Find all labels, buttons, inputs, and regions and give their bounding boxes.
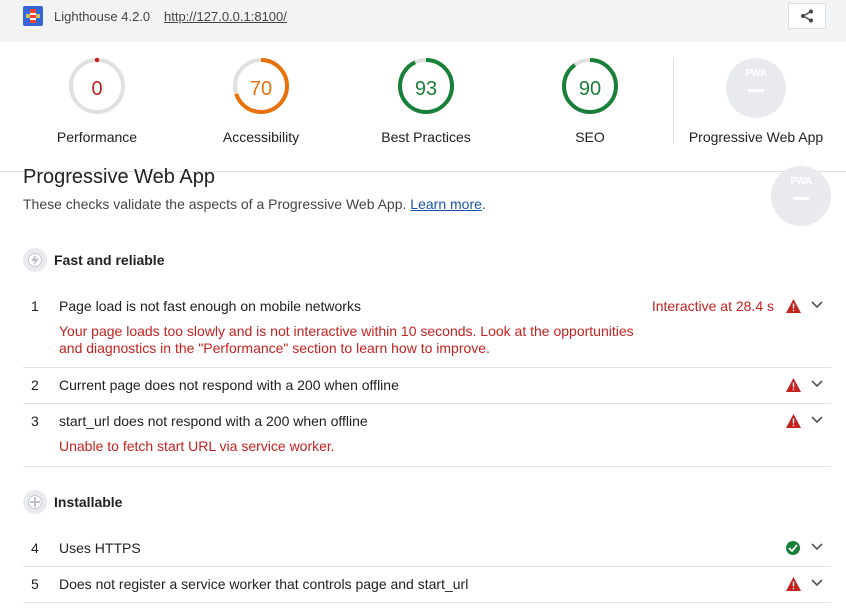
gauge-score: 93 <box>414 78 438 100</box>
audit-row[interactable]: 1 Page load is not fast enough on mobile… <box>23 298 831 368</box>
chevron-down-icon[interactable] <box>811 579 823 587</box>
audit-index: 4 <box>31 540 39 556</box>
app-title: Lighthouse 4.2.0 <box>54 9 151 24</box>
audit-row[interactable]: 2 Current page does not respond with a 2… <box>23 377 831 404</box>
audit-display-value: Interactive at 28.4 s <box>651 298 774 314</box>
gauge-label: Progressive Web App <box>688 129 824 145</box>
lighthouse-logo-icon <box>23 6 43 26</box>
group-title: Installable <box>54 494 123 510</box>
audit-row[interactable]: 3 start_url does not respond with a 200 … <box>23 413 831 467</box>
chevron-down-icon[interactable] <box>811 380 823 388</box>
gauge-label: Accessibility <box>222 129 300 145</box>
section-title: Progressive Web App <box>23 166 215 188</box>
audit-index: 2 <box>31 377 39 393</box>
gauge-label: Performance <box>56 129 138 145</box>
chevron-down-icon[interactable] <box>811 301 823 309</box>
audit-index: 5 <box>31 576 39 592</box>
audit-title: Does not register a service worker that … <box>59 576 469 592</box>
gauge-label: Best Practices <box>381 129 471 145</box>
gauge-score: 0 <box>91 78 103 100</box>
pwa-badge-icon: PWA <box>771 166 831 226</box>
chevron-down-icon[interactable] <box>811 543 823 551</box>
gauge-performance[interactable]: 0 Performance <box>22 57 172 167</box>
audit-index: 3 <box>31 413 39 429</box>
warning-triangle-icon <box>786 299 801 313</box>
audit-title: Page load is not fast enough on mobile n… <box>59 298 361 314</box>
gauge-accessibility[interactable]: 70 Accessibility <box>186 57 336 167</box>
section-description: These checks validate the aspects of a P… <box>23 196 486 212</box>
audit-description: Unable to fetch start URL via service wo… <box>59 438 335 454</box>
audit-row[interactable]: 5 Does not register a service worker tha… <box>23 576 831 603</box>
top-bar: Lighthouse 4.2.0 http://127.0.0.1:8100/ <box>0 0 846 42</box>
gauge-divider <box>673 58 674 144</box>
warning-triangle-icon <box>786 378 801 392</box>
audit-title: Current page does not respond with a 200… <box>59 377 399 393</box>
group-title: Fast and reliable <box>54 252 165 268</box>
audit-title: Uses HTTPS <box>59 540 141 556</box>
lightning-icon <box>23 248 47 272</box>
warning-triangle-icon <box>786 414 801 428</box>
audit-row[interactable]: 4 Uses HTTPS <box>23 540 831 567</box>
audit-title: start_url does not respond with a 200 wh… <box>59 413 368 429</box>
score-gauges: 0 Performance 70 Accessibility 93 Best P… <box>0 42 846 172</box>
audit-description: Your page loads too slowly and is not in… <box>59 323 634 356</box>
learn-more-link[interactable]: Learn more <box>410 196 482 212</box>
gauge-best-practices[interactable]: 93 Best Practices <box>351 57 501 167</box>
chevron-down-icon[interactable] <box>811 416 823 424</box>
warning-triangle-icon <box>786 577 801 591</box>
gauge-score: 70 <box>249 78 273 100</box>
gauge-pwa[interactable]: PWA Progressive Web App <box>681 57 831 167</box>
report-url-link[interactable]: http://127.0.0.1:8100/ <box>164 9 287 24</box>
share-icon <box>801 9 813 23</box>
pwa-badge-icon: PWA <box>726 58 786 118</box>
gauge-label: SEO <box>575 129 605 145</box>
audit-index: 1 <box>31 298 39 314</box>
gauge-seo[interactable]: 90 SEO <box>515 57 665 167</box>
share-button[interactable] <box>788 3 826 29</box>
plus-icon <box>23 490 47 514</box>
check-circle-icon <box>786 541 800 555</box>
gauge-score: 90 <box>578 78 602 100</box>
